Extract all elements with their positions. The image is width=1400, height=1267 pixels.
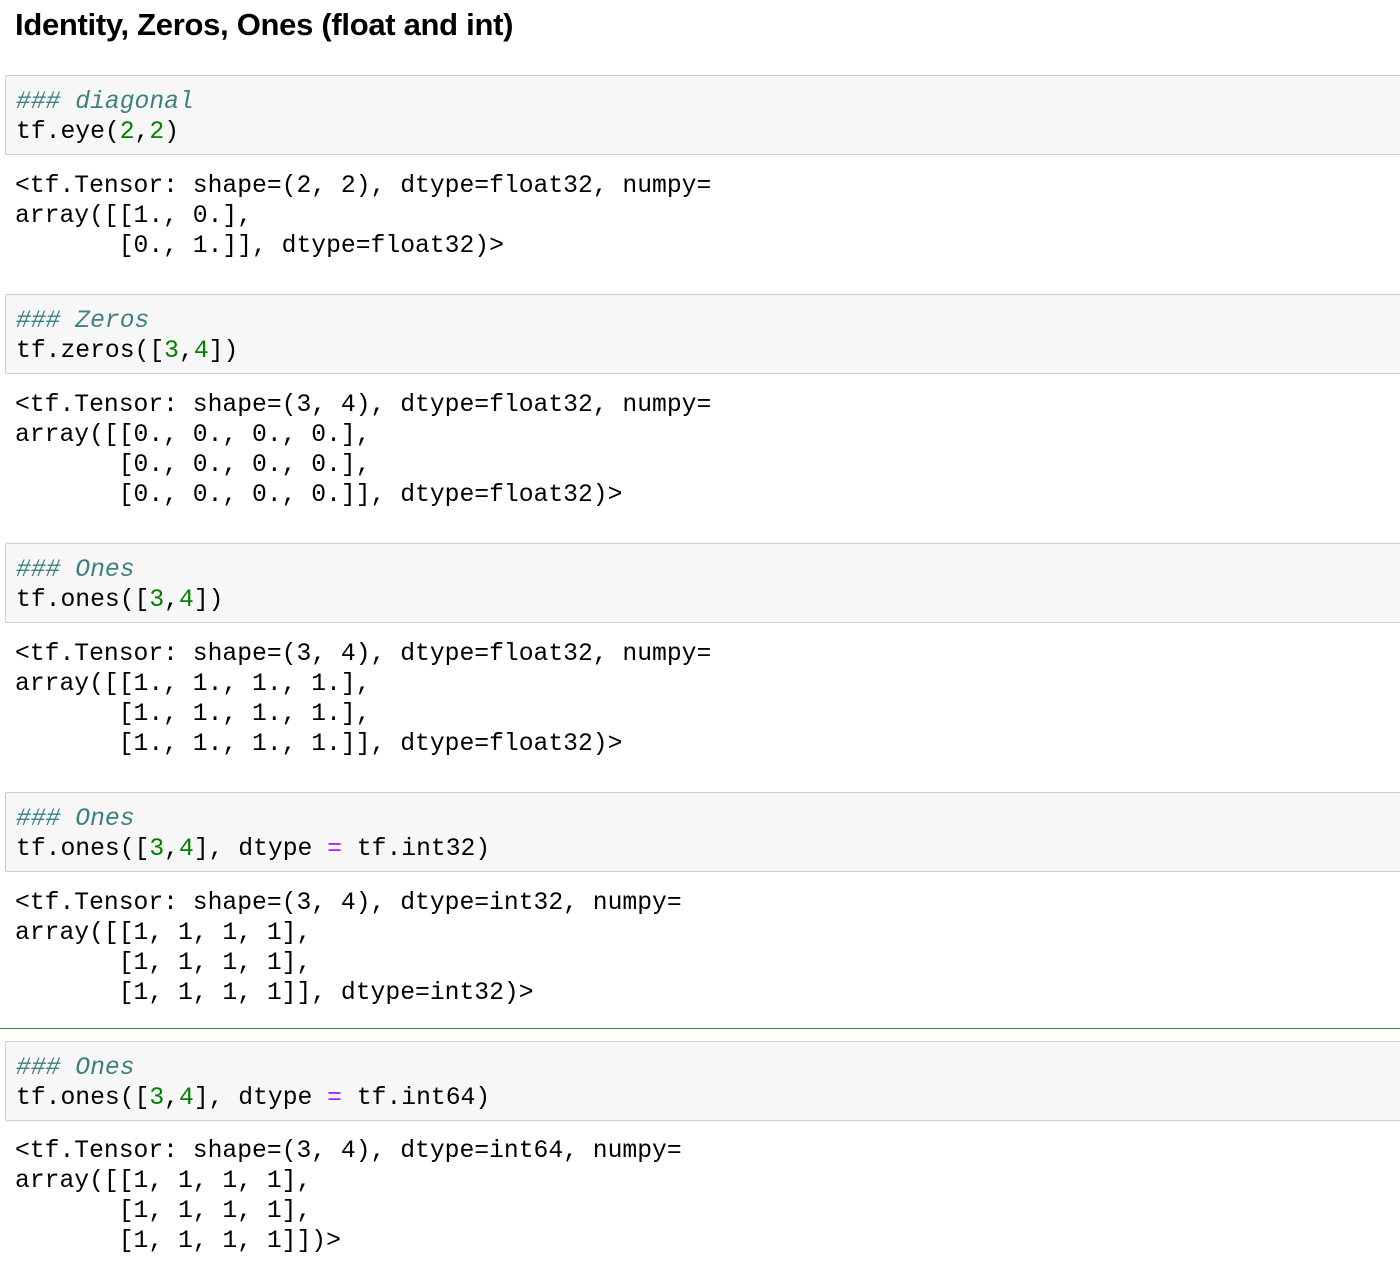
output-line: [1., 1., 1., 1.], [15,700,371,728]
code-punct: , [164,586,179,614]
output-line: array([[1, 1, 1, 1], [15,1167,312,1195]
code-number: 2 [119,118,135,146]
output-line: [1, 1, 1, 1]])> [15,1227,341,1255]
code-cell-zeros[interactable]: ### Zeros tf.zeros([3,4]) [5,294,1400,374]
code-cell-ones-int32[interactable]: ### Ones tf.ones([3,4], dtype = tf.int32) [5,792,1400,872]
code-number: 4 [179,1084,194,1112]
code-call: tf.ones([ [16,1084,150,1112]
code-number: 3 [164,337,179,365]
code-editor[interactable]: ### Ones tf.ones([3,4], dtype = tf.int32) [16,804,490,864]
code-comment: ### Ones [16,805,135,833]
output-line: [0., 1.]], dtype=float32)> [15,232,504,260]
cell-output-ones-int64: <tf.Tensor: shape=(3, 4), dtype=int64, n… [15,1136,682,1256]
code-cell-ones-int64[interactable]: ### Ones tf.ones([3,4], dtype = tf.int64) [5,1041,1400,1121]
code-number: 4 [179,835,194,863]
cell-output-ones-float: <tf.Tensor: shape=(3, 4), dtype=float32,… [15,639,711,759]
code-call: tf.eye( [16,118,120,146]
code-call: tf.ones([ [16,835,150,863]
output-line: array([[1., 0.], [15,202,253,230]
output-line: [1., 1., 1., 1.]], dtype=float32)> [15,730,623,758]
code-editor[interactable]: ### Ones tf.ones([3,4]) [16,555,223,615]
code-comment: ### Zeros [16,307,150,335]
code-operator: = [327,1084,342,1112]
code-punct: ]) [208,337,239,365]
output-line: <tf.Tensor: shape=(2, 2), dtype=float32,… [15,172,712,200]
output-line: <tf.Tensor: shape=(3, 4), dtype=float32,… [15,391,712,419]
code-punct: , [164,835,179,863]
cell-output-zeros: <tf.Tensor: shape=(3, 4), dtype=float32,… [15,390,711,510]
code-editor[interactable]: ### Ones tf.ones([3,4], dtype = tf.int64) [16,1053,490,1113]
output-line: <tf.Tensor: shape=(3, 4), dtype=int64, n… [15,1137,682,1165]
code-call: tf.ones([ [16,586,150,614]
output-line: [1, 1, 1, 1], [15,949,312,977]
output-line: array([[0., 0., 0., 0.], [15,421,371,449]
code-punct: ) [164,118,180,146]
code-punct: tf.int64) [342,1084,491,1112]
code-punct: ], dtype [193,835,328,863]
code-punct: , [178,337,194,365]
code-comment: ### Ones [16,556,135,584]
code-punct: ]) [193,586,224,614]
cell-output-diagonal: <tf.Tensor: shape=(2, 2), dtype=float32,… [15,171,711,261]
output-line: <tf.Tensor: shape=(3, 4), dtype=int32, n… [15,889,682,917]
code-number: 2 [149,118,165,146]
output-line: <tf.Tensor: shape=(3, 4), dtype=float32,… [15,640,712,668]
output-line: array([[1, 1, 1, 1], [15,919,312,947]
cell-output-ones-int32: <tf.Tensor: shape=(3, 4), dtype=int32, n… [15,888,682,1008]
code-operator: = [327,835,342,863]
code-cell-diagonal[interactable]: ### diagonal tf.eye(2,2) [5,75,1400,155]
output-line: [0., 0., 0., 0.]], dtype=float32)> [15,481,623,509]
code-editor[interactable]: ### diagonal tf.eye(2,2) [16,87,194,147]
output-line: [1, 1, 1, 1]], dtype=int32)> [15,979,534,1007]
code-comment: ### Ones [16,1054,135,1082]
code-number: 4 [193,337,209,365]
code-punct: ], dtype [193,1084,328,1112]
code-number: 3 [149,586,165,614]
output-line: [0., 0., 0., 0.], [15,451,371,479]
section-heading: Identity, Zeros, Ones (float and int) [15,7,514,42]
output-line: [1, 1, 1, 1], [15,1197,312,1225]
code-cell-ones-float[interactable]: ### Ones tf.ones([3,4]) [5,543,1400,623]
code-number: 3 [149,1084,165,1112]
code-punct: , [134,118,150,146]
code-punct: tf.int32) [342,835,491,863]
code-punct: , [164,1084,179,1112]
output-line: array([[1., 1., 1., 1.], [15,670,371,698]
code-comment: ### diagonal [16,88,194,116]
code-editor[interactable]: ### Zeros tf.zeros([3,4]) [16,306,238,366]
code-call: tf.zeros([ [16,337,165,365]
code-number: 4 [179,586,194,614]
code-number: 3 [149,835,165,863]
selected-cell-border [0,1028,1400,1029]
